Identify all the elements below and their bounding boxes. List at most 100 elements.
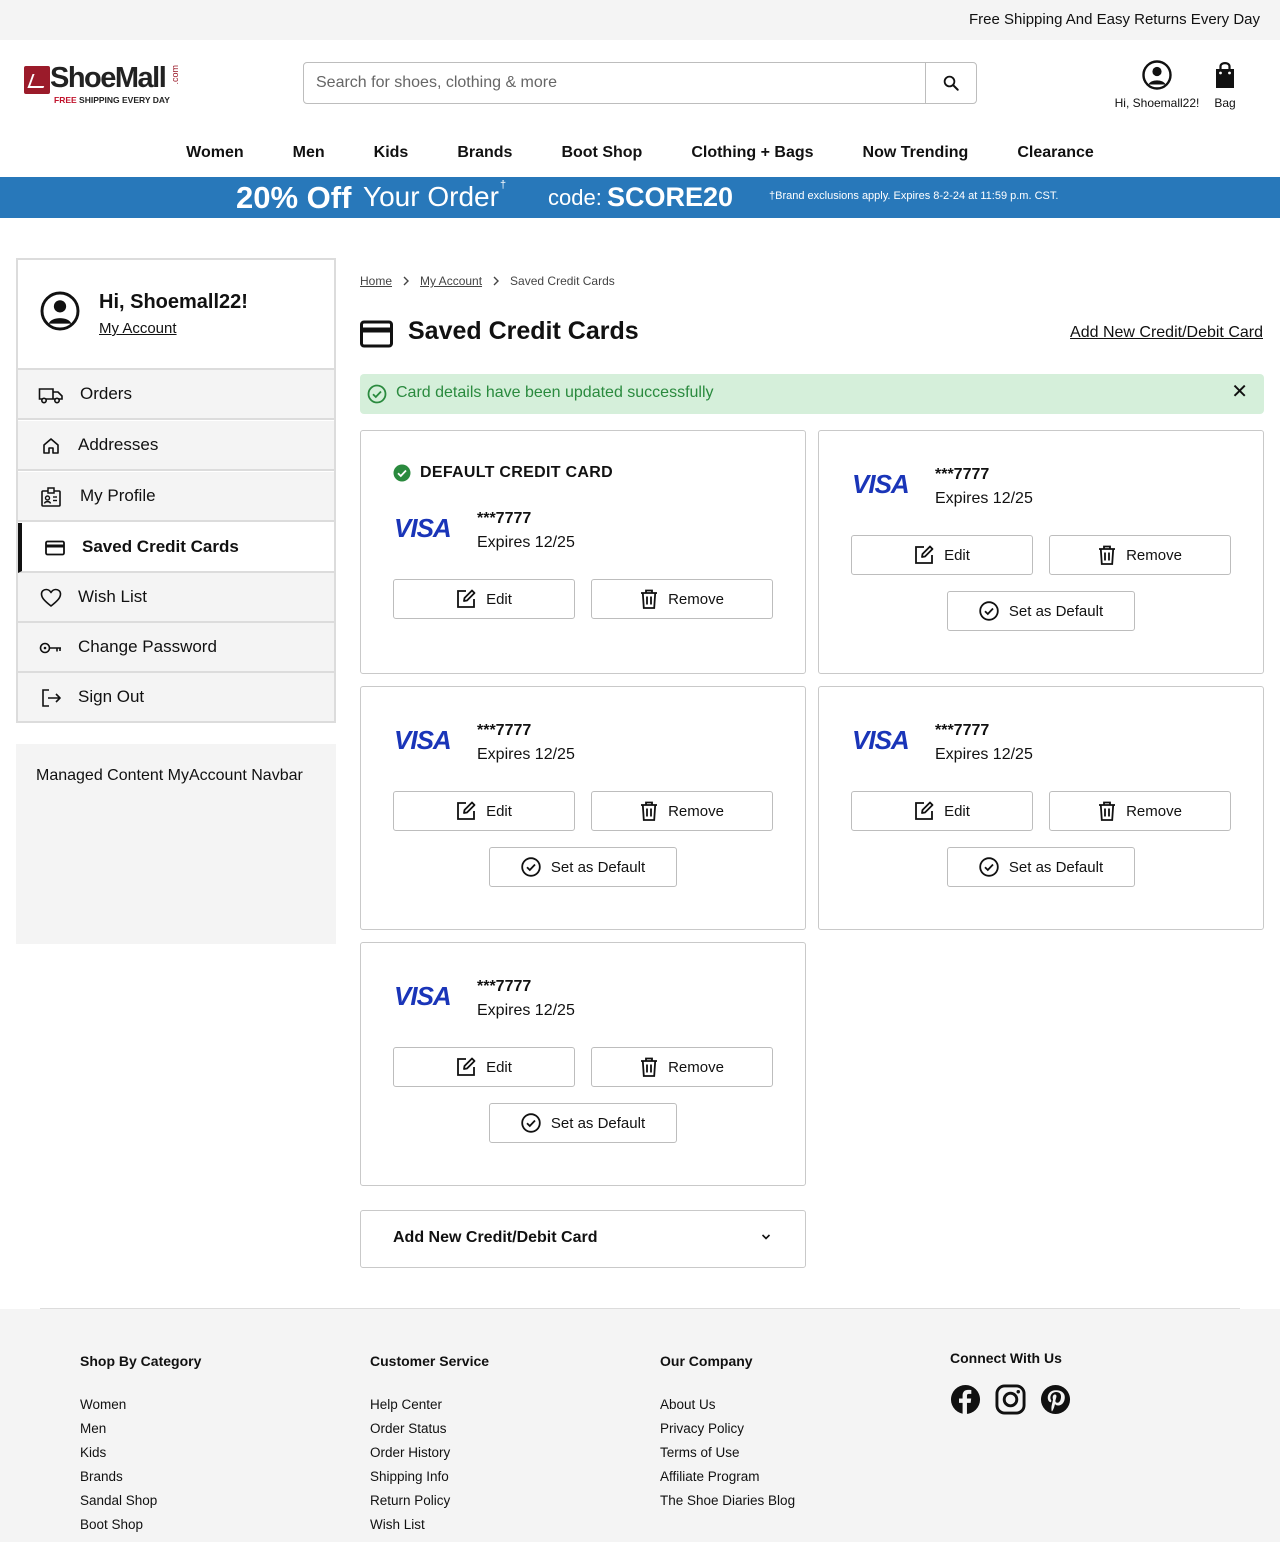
sidebar-item-saved-credit-cards[interactable]: Saved Credit Cards xyxy=(18,523,334,573)
svg-text:VISA: VISA xyxy=(394,515,451,539)
footer-link[interactable]: About Us xyxy=(660,1393,795,1417)
trash-icon xyxy=(641,1057,658,1077)
sign-out-icon xyxy=(38,687,64,709)
add-new-card-accordion[interactable]: Add New Credit/Debit Card xyxy=(360,1210,806,1268)
set-default-button[interactable]: Set as Default xyxy=(947,847,1135,887)
remove-card-button[interactable]: Remove xyxy=(1049,535,1231,575)
remove-card-button[interactable]: Remove xyxy=(591,791,773,831)
footer-heading: Customer Service xyxy=(370,1353,490,1369)
svg-text:VISA: VISA xyxy=(394,727,451,751)
footer-link[interactable]: Privacy Policy xyxy=(660,1417,795,1441)
pinterest-icon[interactable] xyxy=(1040,1384,1071,1420)
nav-clearance[interactable]: Clearance xyxy=(993,140,1119,170)
facebook-icon[interactable] xyxy=(950,1384,981,1420)
footer-link[interactable]: Boot Shop xyxy=(80,1513,201,1537)
card-number: ***7777 xyxy=(477,722,532,739)
footer-link[interactable]: Terms of Use xyxy=(660,1441,795,1465)
set-default-label: Set as Default xyxy=(550,858,646,876)
sidebar-item-addresses[interactable]: Addresses xyxy=(18,421,334,471)
set-default-label: Set as Default xyxy=(550,1114,646,1132)
search-input[interactable] xyxy=(304,63,925,103)
footer-link[interactable]: Order History xyxy=(370,1441,489,1465)
visa-logo-icon: VISA xyxy=(394,515,452,539)
social-links xyxy=(950,1384,1071,1420)
sidebar-item-label: Change Password xyxy=(78,637,217,656)
nav-boot-shop[interactable]: Boot Shop xyxy=(537,140,667,170)
footer-shop-column: Shop By Category Women Men Kids Brands S… xyxy=(80,1353,201,1537)
remove-card-button[interactable]: Remove xyxy=(1049,791,1231,831)
nav-now-trending[interactable]: Now Trending xyxy=(838,140,993,170)
close-icon[interactable]: ✕ xyxy=(1231,382,1248,402)
chevron-down-icon xyxy=(761,1234,771,1240)
edit-card-button[interactable]: Edit xyxy=(393,1047,575,1087)
shoemall-logo[interactable]: ShoeMall .com FREE SHIPPING EVERY DAY xyxy=(22,62,182,108)
profile-badge-icon xyxy=(38,486,64,508)
nav-kids[interactable]: Kids xyxy=(349,140,433,170)
card-expiry: Expires 12/25 xyxy=(935,746,1033,763)
footer-link[interactable]: Men xyxy=(80,1417,201,1441)
add-new-card-link[interactable]: Add New Credit/Debit Card xyxy=(1070,324,1263,342)
footer-link[interactable]: Sandal Shop xyxy=(80,1489,201,1513)
search-icon xyxy=(943,75,959,91)
sidebar-item-label: Sign Out xyxy=(78,687,145,706)
logo-wordmark: ShoeMall xyxy=(50,62,167,94)
instagram-icon[interactable] xyxy=(995,1384,1026,1420)
footer-link[interactable]: Kids xyxy=(80,1441,201,1465)
logo-tag-rest: SHIPPING EVERY DAY xyxy=(76,95,170,105)
card-number: ***7777 xyxy=(477,510,532,527)
edit-label: Edit xyxy=(944,546,970,564)
main-navigation: Women Men Kids Brands Boot Shop Clothing… xyxy=(0,140,1280,170)
sidebar-item-my-profile[interactable]: My Profile xyxy=(18,472,334,522)
breadcrumb-my-account[interactable]: My Account xyxy=(420,274,482,288)
nav-women[interactable]: Women xyxy=(162,140,268,170)
promo-your-order: Your Order xyxy=(363,181,499,212)
edit-card-button[interactable]: Edit xyxy=(851,535,1033,575)
footer-link[interactable]: Shipping Info xyxy=(370,1465,489,1489)
bag-link[interactable]: Bag xyxy=(1206,60,1244,110)
footer-link[interactable]: The Shoe Diaries Blog xyxy=(660,1489,795,1513)
account-link[interactable]: Hi, Shoemall22! xyxy=(1108,60,1206,110)
footer-link[interactable]: Return Policy xyxy=(370,1489,489,1513)
footer-link[interactable]: Wish List xyxy=(370,1513,489,1537)
set-default-label: Set as Default xyxy=(1008,858,1104,876)
nav-men[interactable]: Men xyxy=(268,140,349,170)
footer-link[interactable]: Order Status xyxy=(370,1417,489,1441)
edit-card-button[interactable]: Edit xyxy=(393,791,575,831)
footer-link[interactable]: Brands xyxy=(80,1465,201,1489)
sidebar-item-wish-list[interactable]: Wish List xyxy=(18,573,334,623)
nav-brands[interactable]: Brands xyxy=(433,140,537,170)
edit-card-button[interactable]: Edit xyxy=(393,579,575,619)
add-new-card-label: Add New Credit/Debit Card xyxy=(393,1229,598,1246)
sidebar-item-orders[interactable]: Orders xyxy=(18,370,334,420)
top-announcement-bar: Free Shipping And Easy Returns Every Day xyxy=(0,0,1280,40)
breadcrumb-home[interactable]: Home xyxy=(360,274,392,288)
remove-card-button[interactable]: Remove xyxy=(591,1047,773,1087)
card-expiry: Expires 12/25 xyxy=(477,1002,575,1019)
footer-link[interactable]: Help Center xyxy=(370,1393,489,1417)
set-default-button[interactable]: Set as Default xyxy=(489,1103,677,1143)
promo-banner[interactable]: 20% Off Your Order † code: SCORE20 †Bran… xyxy=(0,177,1280,218)
breadcrumb-current: Saved Credit Cards xyxy=(510,274,615,288)
edit-card-button[interactable]: Edit xyxy=(851,791,1033,831)
promo-code: SCORE20 xyxy=(607,182,734,212)
card-expiry: Expires 12/25 xyxy=(477,534,575,551)
footer-link[interactable]: Women xyxy=(80,1393,201,1417)
credit-card-icon xyxy=(42,537,68,559)
sidebar-item-sign-out[interactable]: Sign Out xyxy=(18,673,334,721)
default-card-badge: DEFAULT CREDIT CARD xyxy=(393,464,613,482)
sidebar-my-account-link[interactable]: My Account xyxy=(99,320,177,337)
trash-icon xyxy=(1099,801,1116,821)
footer-link[interactable]: Affiliate Program xyxy=(660,1465,795,1489)
search-button[interactable] xyxy=(925,63,976,103)
credit-card-item: DEFAULT CREDIT CARD VISA ***7777 Expires… xyxy=(360,430,806,674)
set-default-button[interactable]: Set as Default xyxy=(489,847,677,887)
sidebar-item-change-password[interactable]: Change Password xyxy=(18,623,334,673)
credit-card-item: VISA ***7777 Expires 12/25 Edit Remove S… xyxy=(818,686,1264,930)
nav-clothing-bags[interactable]: Clothing + Bags xyxy=(667,140,838,170)
logo-tagline: FREE SHIPPING EVERY DAY xyxy=(54,95,170,105)
logo-com: .com xyxy=(170,65,180,85)
default-card-label: DEFAULT CREDIT CARD xyxy=(420,464,613,481)
set-default-button[interactable]: Set as Default xyxy=(947,591,1135,631)
footer-heading: Connect With Us xyxy=(950,1350,1062,1366)
remove-card-button[interactable]: Remove xyxy=(591,579,773,619)
